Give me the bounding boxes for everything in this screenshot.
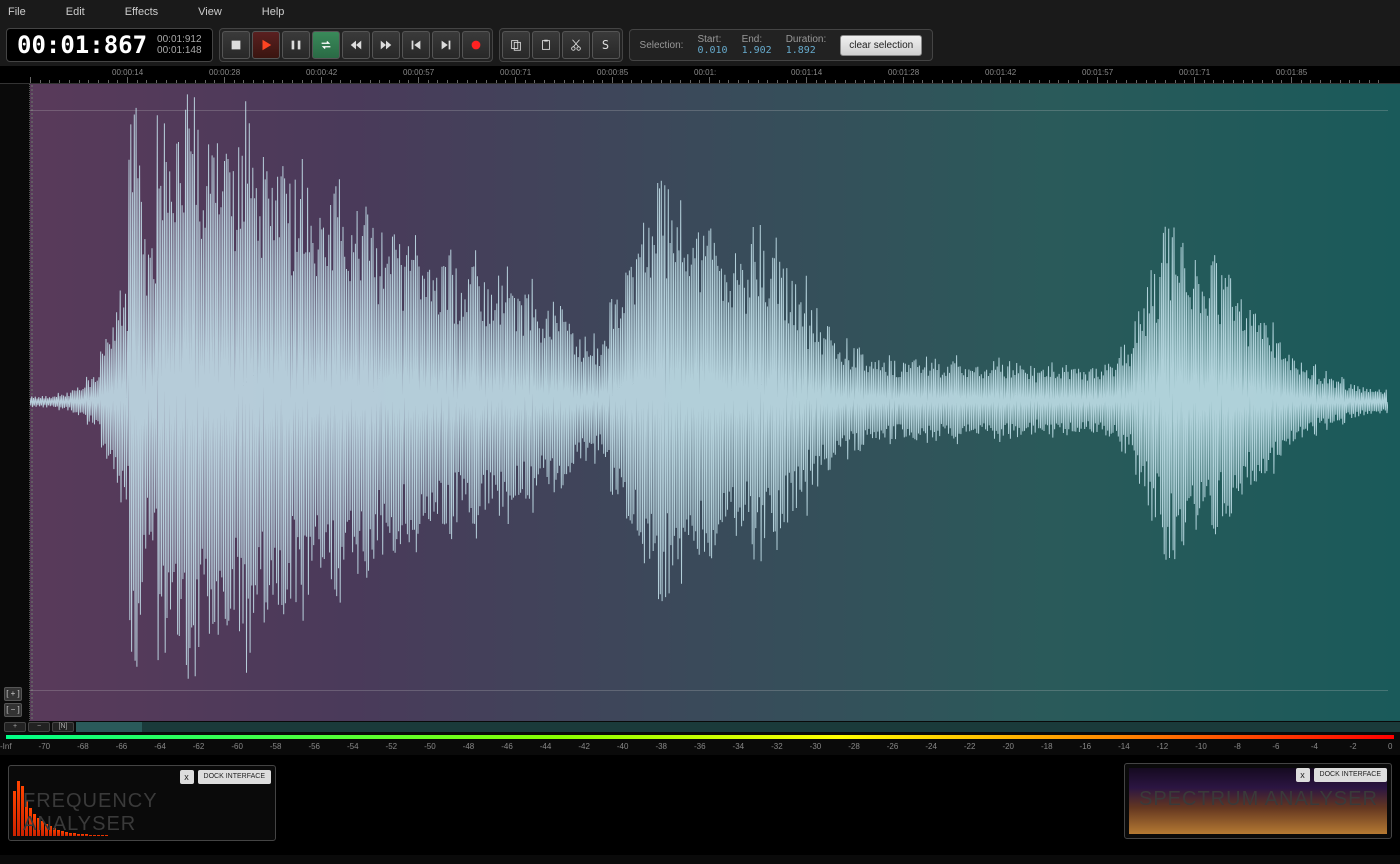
track-preview[interactable] <box>76 722 1400 732</box>
selection-end-label: End: <box>742 34 772 45</box>
zoom-out-horizontal-button[interactable]: − <box>28 722 50 732</box>
selection-duration-value: 1.892 <box>786 45 827 56</box>
db-scale: -Inf-70-68-66-64-62-60-58-56-54-52-50-48… <box>0 741 1400 755</box>
menu-file[interactable]: File <box>8 6 26 18</box>
paste-button[interactable] <box>532 31 560 59</box>
fastforward-button[interactable] <box>372 31 400 59</box>
cut-button[interactable] <box>562 31 590 59</box>
time-sub2: 00:01:148 <box>157 45 202 56</box>
skip-back-button[interactable] <box>402 31 430 59</box>
selection-panel: Selection: Start: 0.010 End: 1.902 Durat… <box>629 29 934 61</box>
loop-button[interactable] <box>312 31 340 59</box>
edit-group: S <box>499 28 623 62</box>
vertical-zoom-controls: [ + ] [ − ] <box>4 687 22 717</box>
dock-spectrum-panel-button[interactable]: DOCK INTERFACE <box>1314 768 1387 782</box>
snap-button[interactable]: S <box>592 31 620 59</box>
track-overview-bar: + − [N] <box>0 721 1400 733</box>
zoom-in-horizontal-button[interactable]: + <box>4 722 26 732</box>
time-display: 00:01:867 00:01:912 00:01:148 <box>6 28 213 62</box>
menu-effects[interactable]: Effects <box>125 6 158 18</box>
menu-help[interactable]: Help <box>262 6 285 18</box>
clear-selection-button[interactable]: clear selection <box>840 35 922 56</box>
toolbar: 00:01:867 00:01:912 00:01:148 S Selectio… <box>0 24 1400 66</box>
transport-group <box>219 28 493 62</box>
close-frequency-panel-button[interactable]: x <box>180 770 194 784</box>
spectrum-analyser-title: SPECTRUM ANALYSER <box>1139 788 1378 811</box>
selection-label: Selection: <box>640 40 684 51</box>
menu-edit[interactable]: Edit <box>66 6 85 18</box>
menu-view[interactable]: View <box>198 6 222 18</box>
level-meter <box>6 735 1394 739</box>
frequency-analyser-panel[interactable]: x DOCK INTERFACE FREQUENCY ANALYSER <box>8 765 276 841</box>
timeline-ruler[interactable]: 00:00:1400:00:2800:00:4200:00:5700:00:71… <box>0 66 1400 84</box>
copy-button[interactable] <box>502 31 530 59</box>
spectrum-analyser-panel[interactable]: x DOCK INTERFACE SPECTRUM ANALYSER <box>1124 763 1392 839</box>
record-button[interactable] <box>462 31 490 59</box>
zoom-fit-button[interactable]: [N] <box>52 722 74 732</box>
time-sub1: 00:01:912 <box>157 34 202 45</box>
close-spectrum-panel-button[interactable]: x <box>1296 768 1310 782</box>
time-main: 00:01:867 <box>17 31 147 59</box>
skip-forward-button[interactable] <box>432 31 460 59</box>
stop-button[interactable] <box>222 31 250 59</box>
zoom-out-vertical-button[interactable]: [ − ] <box>4 703 22 717</box>
rewind-button[interactable] <box>342 31 370 59</box>
panels-area: x DOCK INTERFACE FREQUENCY ANALYSER x DO… <box>0 755 1400 855</box>
pause-button[interactable] <box>282 31 310 59</box>
waveform-gutter <box>0 84 30 721</box>
selection-duration-label: Duration: <box>786 34 827 45</box>
selection-start-label: Start: <box>697 34 727 45</box>
frequency-analyser-title: FREQUENCY ANALYSER <box>23 790 275 836</box>
play-button[interactable] <box>252 31 280 59</box>
selection-end-value: 1.902 <box>742 45 772 56</box>
dock-frequency-panel-button[interactable]: DOCK INTERFACE <box>198 770 271 784</box>
waveform-canvas[interactable] <box>30 84 1388 721</box>
selection-start-value: 0.010 <box>697 45 727 56</box>
zoom-in-vertical-button[interactable]: [ + ] <box>4 687 22 701</box>
menubar: File Edit Effects View Help <box>0 0 1400 24</box>
waveform-area[interactable]: 00:00:1400:00:2800:00:4200:00:5700:00:71… <box>0 66 1400 721</box>
